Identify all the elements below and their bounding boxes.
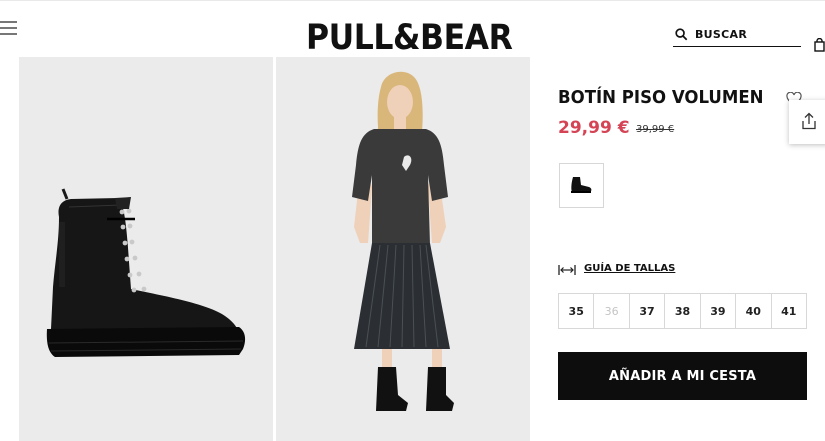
size-option[interactable]: 40 — [735, 294, 770, 328]
size-option[interactable]: 35 — [559, 294, 593, 328]
top-border — [0, 0, 825, 1]
size-guide-icon — [558, 265, 576, 275]
menu-icon[interactable] — [0, 18, 18, 38]
size-option[interactable]: 37 — [628, 294, 664, 328]
product-image-boot[interactable] — [19, 57, 273, 441]
size-option[interactable]: 39 — [699, 294, 735, 328]
size-option-unavailable: 36 — [593, 294, 628, 328]
product-image-model[interactable] — [276, 57, 530, 441]
search-label: BUSCAR — [695, 28, 748, 41]
search-icon — [675, 28, 688, 41]
old-price: 39,99 € — [636, 124, 675, 135]
size-option[interactable]: 41 — [770, 294, 806, 328]
model-illustration — [352, 71, 454, 411]
share-icon — [802, 112, 816, 130]
bag-icon[interactable] — [814, 38, 825, 52]
size-selector: 35 36 37 38 39 40 41 — [558, 293, 807, 329]
boot-illustration — [46, 188, 246, 357]
search-input[interactable]: BUSCAR — [673, 26, 801, 47]
boot-thumbnail-icon — [571, 177, 592, 193]
size-guide-label: GUÍA DE TALLAS — [584, 263, 676, 274]
size-option[interactable]: 38 — [664, 294, 699, 328]
brand-logo[interactable]: PULL&BEAR — [306, 16, 513, 60]
color-thumbnail[interactable] — [559, 163, 604, 208]
current-price: 29,99 € — [558, 118, 630, 138]
add-to-cart-button[interactable]: AÑADIR A MI CESTA — [558, 352, 807, 400]
product-title: BOTÍN PISO VOLUMEN — [558, 87, 764, 108]
share-button[interactable] — [789, 100, 825, 144]
